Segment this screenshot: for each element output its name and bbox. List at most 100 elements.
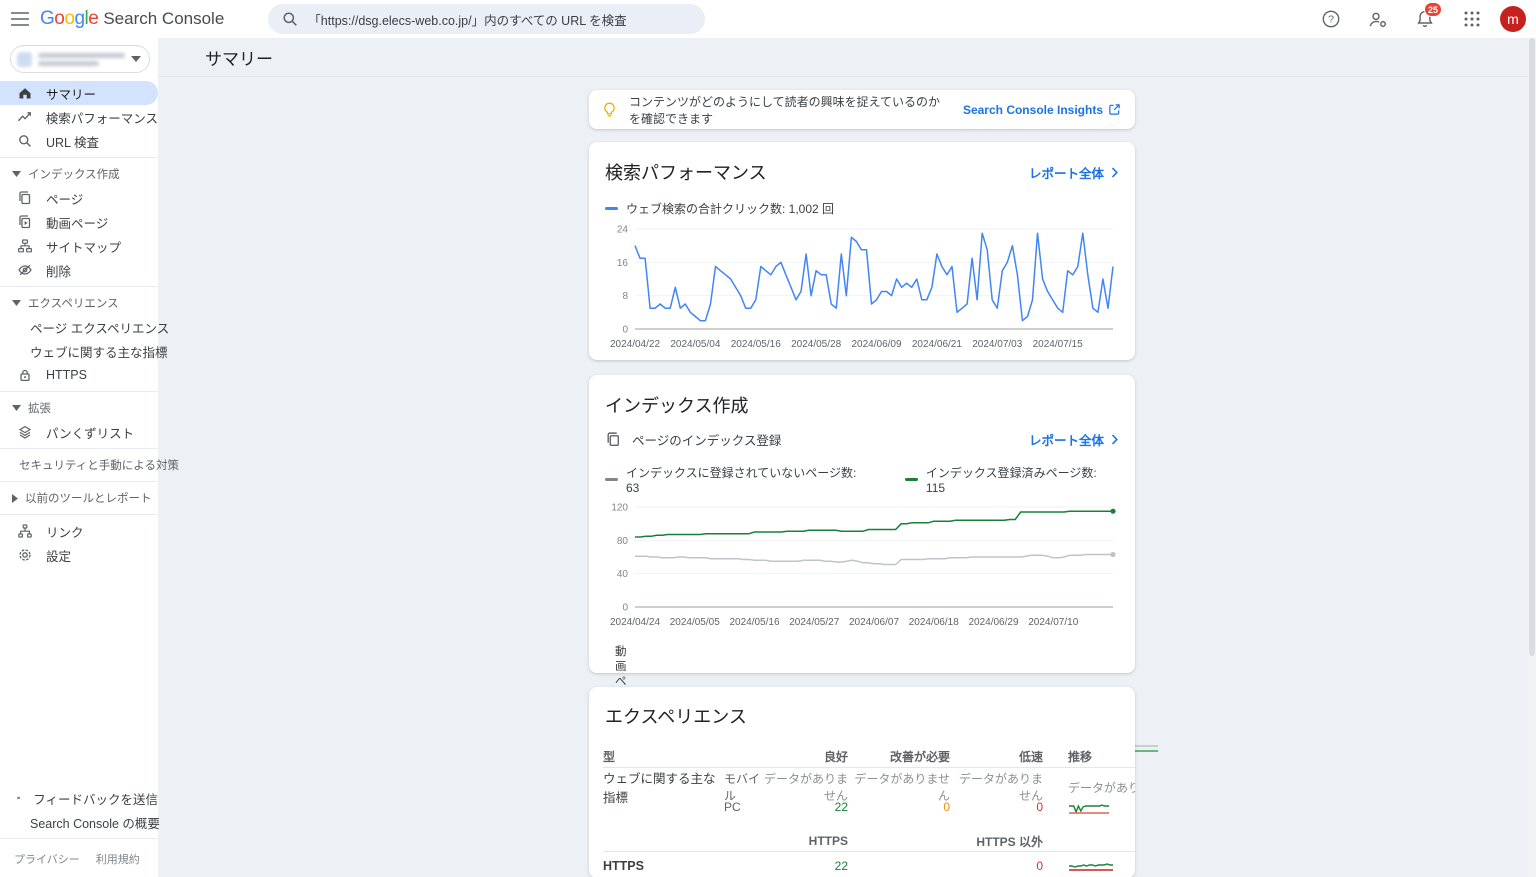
sidebar-item-core-web-vitals[interactable]: ウェブに関する主な指標 bbox=[0, 339, 158, 363]
svg-text:120: 120 bbox=[611, 503, 628, 514]
sidebar-item-settings[interactable]: 設定 bbox=[0, 543, 158, 567]
help-button[interactable]: ? bbox=[1312, 0, 1350, 38]
vertical-scrollbar[interactable] bbox=[1528, 38, 1536, 877]
card-title: エクスペリエンス bbox=[589, 687, 1135, 729]
divider bbox=[0, 838, 158, 839]
chevron-right-icon bbox=[1111, 434, 1119, 445]
google-apps-button[interactable] bbox=[1453, 0, 1491, 38]
vertical-scrollbar-thumb[interactable] bbox=[1529, 38, 1535, 656]
sidebar-item-sitemaps[interactable]: サイトマップ bbox=[0, 234, 158, 258]
apps-grid-icon bbox=[1463, 10, 1481, 28]
caret-down-icon bbox=[12, 171, 21, 177]
sidebar-section-indexing[interactable]: インデックス作成 bbox=[0, 162, 158, 186]
sidebar-item-search-performance[interactable]: 検索パフォーマンス bbox=[0, 105, 158, 129]
indexing-card: インデックス作成 ページのインデックス登録 レポート全体 bbox=[589, 375, 1135, 673]
legend-dash-gray bbox=[605, 478, 618, 481]
legend-not-indexed: インデックスに登録されていないページ数: 63 bbox=[605, 464, 873, 495]
search-performance-card: 検索パフォーマンス レポート全体 ウェブ検索の合計クリック数: 1,002 回 … bbox=[589, 142, 1135, 360]
sidebar-item-removals[interactable]: 削除 bbox=[0, 258, 158, 282]
search-console-insights-link[interactable]: Search Console Insights bbox=[963, 103, 1121, 117]
product-name: Search Console bbox=[103, 9, 224, 29]
svg-text:16: 16 bbox=[617, 258, 629, 269]
svg-text:2024/06/18: 2024/06/18 bbox=[909, 617, 959, 628]
google-logo-letter: o bbox=[64, 8, 74, 29]
sidebar-item-https[interactable]: HTTPS bbox=[0, 363, 158, 387]
property-favicon bbox=[17, 52, 32, 67]
chart-svg: 0816242024/04/222024/05/042024/05/162024… bbox=[605, 223, 1119, 353]
svg-text:2024/06/09: 2024/06/09 bbox=[851, 339, 901, 350]
app-logo[interactable]: Google Search Console bbox=[40, 8, 224, 30]
terms-link[interactable]: 利用規約 bbox=[96, 851, 140, 867]
caret-down-icon bbox=[12, 300, 21, 306]
https-row[interactable]: HTTPS 22 0 bbox=[589, 852, 1135, 877]
svg-text:40: 40 bbox=[617, 569, 629, 580]
send-feedback-button[interactable]: フィードバックを送信 bbox=[0, 786, 158, 810]
home-icon bbox=[17, 85, 33, 101]
caret-down-icon bbox=[12, 405, 21, 411]
cwv-mobile-row[interactable]: ウェブに関する主な指標 モバイル データがありません データがありません データ… bbox=[589, 768, 1135, 796]
google-wordmark: Google bbox=[40, 8, 98, 30]
sidebar-item-url-inspection[interactable]: URL 検査 bbox=[0, 129, 158, 153]
link-tree-icon bbox=[17, 523, 33, 539]
account-avatar[interactable]: m bbox=[1500, 6, 1526, 32]
chevron-right-icon bbox=[1111, 167, 1119, 178]
google-logo-letter: G bbox=[40, 8, 54, 29]
search-input-value: 「https://dsg.elecs-web.co.jp/」内のすべての URL… bbox=[308, 10, 626, 29]
google-logo-letter: o bbox=[54, 8, 64, 29]
sitemap-icon bbox=[17, 238, 33, 254]
property-name-redacted bbox=[38, 53, 125, 66]
chevron-down-icon bbox=[131, 56, 141, 62]
legend-dash-green bbox=[905, 478, 918, 481]
privacy-link[interactable]: プライバシー bbox=[14, 851, 80, 867]
clicks-chart: 0816242024/04/222024/05/042024/05/162024… bbox=[605, 223, 1119, 353]
main-content: サマリー コンテンツがどのようにして読者の興味を捉えているのかを確認できます S… bbox=[158, 38, 1536, 877]
page-indexing-row: ページのインデックス登録 レポート全体 bbox=[589, 418, 1135, 449]
svg-text:2024/07/10: 2024/07/10 bbox=[1028, 617, 1078, 628]
divider bbox=[0, 391, 158, 392]
user-settings-button[interactable] bbox=[1359, 0, 1397, 38]
svg-text:2024/05/16: 2024/05/16 bbox=[731, 339, 781, 350]
card-title: 検索パフォーマンス bbox=[605, 159, 767, 185]
sparkline-svg bbox=[1068, 799, 1110, 815]
sidebar-item-video-pages[interactable]: 動画ページ bbox=[0, 210, 158, 234]
sidebar-item-summary[interactable]: サマリー bbox=[0, 81, 158, 105]
google-logo-letter: e bbox=[88, 8, 98, 29]
hamburger-menu-icon[interactable] bbox=[0, 0, 40, 38]
external-link-icon bbox=[1108, 103, 1121, 116]
lock-icon bbox=[17, 367, 33, 383]
svg-text:2024/05/04: 2024/05/04 bbox=[670, 339, 720, 350]
video-pages-icon bbox=[17, 214, 33, 230]
sidebar-section-enhancements[interactable]: 拡張 bbox=[0, 396, 158, 420]
notifications-button[interactable]: 25 bbox=[1406, 0, 1444, 38]
divider bbox=[0, 514, 158, 515]
sidebar-item-links[interactable]: リンク bbox=[0, 519, 158, 543]
sidebar-section-legacy-tools[interactable]: 以前のツールとレポート bbox=[0, 486, 158, 510]
experience-table-header: 型 良好 改善が必要 低速 推移 bbox=[589, 745, 1135, 767]
legal-links: プライバシー 利用規約 bbox=[0, 843, 158, 877]
svg-text:2024/07/03: 2024/07/03 bbox=[972, 339, 1022, 350]
url-inspect-search-input[interactable]: 「https://dsg.elecs-web.co.jp/」内のすべての URL… bbox=[268, 4, 705, 34]
sidebar-section-experience[interactable]: エクスペリエンス bbox=[0, 291, 158, 315]
lightbulb-icon bbox=[601, 101, 618, 119]
https-table-header: HTTPS HTTPS 以外 bbox=[589, 831, 1135, 851]
https-trend-sparkline bbox=[1043, 859, 1135, 873]
topbar-actions: ? 25 bbox=[1312, 0, 1536, 38]
svg-text:?: ? bbox=[1328, 14, 1334, 26]
sparkline-svg bbox=[1068, 859, 1114, 873]
full-report-link[interactable]: レポート全体 bbox=[1029, 163, 1119, 182]
sidebar-item-breadcrumbs[interactable]: パンくずリスト bbox=[0, 420, 158, 444]
property-selector[interactable] bbox=[10, 45, 150, 73]
sidebar-item-page-experience[interactable]: ページ エクスペリエンス bbox=[0, 315, 158, 339]
notification-badge: 25 bbox=[1424, 2, 1442, 17]
sidebar-item-pages[interactable]: ページ bbox=[0, 186, 158, 210]
sidebar-section-security[interactable]: セキュリティと手動による対策 bbox=[0, 453, 158, 477]
about-search-console-button[interactable]: Search Console の概要 bbox=[0, 810, 158, 834]
svg-text:2024/05/28: 2024/05/28 bbox=[791, 339, 841, 350]
sidebar-footer: フィードバックを送信 Search Console の概要 プライバシー 利用規… bbox=[0, 786, 158, 877]
svg-text:2024/04/22: 2024/04/22 bbox=[610, 339, 660, 350]
sidebar: サマリー 検索パフォーマンス URL 検査 インデックス作成 bbox=[0, 38, 158, 877]
full-report-link[interactable]: レポート全体 bbox=[1029, 430, 1119, 449]
svg-text:0: 0 bbox=[622, 325, 628, 336]
user-gear-icon bbox=[1368, 10, 1388, 29]
page-header: サマリー bbox=[158, 38, 1536, 77]
